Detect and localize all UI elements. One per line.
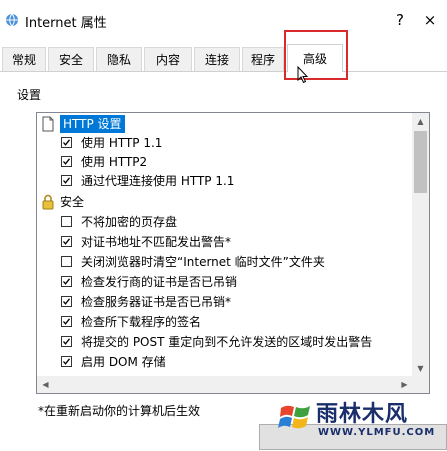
setting-label: 启用 DOM 存储: [81, 355, 166, 369]
site-watermark: 雨林木风 WWW.YLMFU.COM: [272, 392, 447, 450]
check-mark-icon: [63, 158, 71, 165]
checkbox-checked[interactable]: [61, 175, 72, 186]
settings-group-label: 设置: [17, 88, 42, 102]
tab-strip: 常规 安全 隐私 内容 连接 程序 高级: [0, 44, 447, 72]
check-mark-icon: [63, 139, 71, 146]
horizontal-scrollbar[interactable]: ◀ ▶: [37, 376, 413, 393]
help-button[interactable]: ?: [388, 8, 412, 32]
checkbox-checked[interactable]: [61, 336, 72, 347]
category-label: HTTP 设置: [60, 115, 125, 133]
check-mark-icon: [63, 238, 71, 245]
restart-note: *在重新启动你的计算机后生效: [38, 404, 201, 418]
setting-label: 对证书地址不匹配发出警告*: [81, 235, 232, 249]
settings-list[interactable]: HTTP 设置 使用 HTTP 1.1 使用 HTTP2 通过代理连接使用 HT…: [36, 112, 430, 394]
mouse-cursor-icon: [297, 66, 309, 84]
page-icon: [42, 116, 54, 132]
setting-label: 使用 HTTP 1.1: [81, 136, 163, 150]
windows-logo-icon: [278, 405, 310, 429]
setting-label: 不将加密的页存盘: [81, 215, 178, 229]
watermark-url: WWW.YLMFU.COM: [318, 427, 436, 438]
tab-privacy[interactable]: 隐私: [96, 47, 142, 71]
checkbox-checked[interactable]: [61, 356, 72, 367]
checkbox-checked[interactable]: [61, 156, 72, 167]
check-mark-icon: [63, 298, 71, 305]
checkbox-checked[interactable]: [61, 316, 72, 327]
setting-label: 通过代理连接使用 HTTP 1.1: [81, 174, 235, 188]
setting-label: 检查发行商的证书是否已吊销: [81, 275, 238, 289]
check-mark-icon: [63, 358, 71, 365]
setting-label: 使用 HTTP2: [81, 155, 148, 169]
tab-programs[interactable]: 程序: [242, 47, 284, 71]
checkbox-unchecked[interactable]: [61, 256, 72, 267]
watermark-title: 雨林木风: [316, 402, 409, 427]
internet-options-icon: [6, 13, 18, 27]
check-mark-icon: [63, 278, 71, 285]
setting-label: 关闭浏览器时清空“Internet 临时文件”文件夹: [81, 255, 325, 269]
scrollbar-corner: [412, 376, 429, 393]
tab-content[interactable]: 内容: [144, 47, 192, 71]
tab-connections[interactable]: 连接: [194, 47, 240, 71]
tab-general[interactable]: 常规: [2, 47, 46, 71]
scroll-up-arrow-icon[interactable]: ▲: [412, 113, 429, 130]
advanced-tab-highlight: [284, 30, 348, 80]
window-title: Internet 属性: [25, 16, 107, 31]
check-mark-icon: [63, 177, 71, 184]
scroll-thumb[interactable]: [414, 131, 427, 193]
check-mark-icon: [63, 338, 71, 345]
checkbox-checked[interactable]: [61, 276, 72, 287]
scroll-right-arrow-icon[interactable]: ▶: [396, 376, 413, 393]
tab-security[interactable]: 安全: [48, 47, 94, 71]
vertical-scrollbar[interactable]: ▲ ▼: [412, 113, 429, 377]
category-label: 安全: [60, 195, 85, 209]
checkbox-unchecked[interactable]: [61, 216, 72, 227]
checkbox-checked[interactable]: [61, 137, 72, 148]
setting-label: 检查所下载程序的签名: [81, 315, 202, 329]
checkbox-checked[interactable]: [61, 296, 72, 307]
close-button[interactable]: ×: [416, 8, 444, 32]
title-bar: Internet 属性 ? ×: [0, 0, 447, 40]
scroll-left-arrow-icon[interactable]: ◀: [37, 376, 54, 393]
check-mark-icon: [63, 318, 71, 325]
scroll-down-arrow-icon[interactable]: ▼: [412, 360, 429, 377]
checkbox-checked[interactable]: [61, 236, 72, 247]
setting-label: 将提交的 POST 重定向到不允许发送的区域时发出警告: [81, 335, 373, 349]
lock-icon: [42, 194, 54, 210]
setting-label: 检查服务器证书是否已吊销*: [81, 295, 232, 309]
